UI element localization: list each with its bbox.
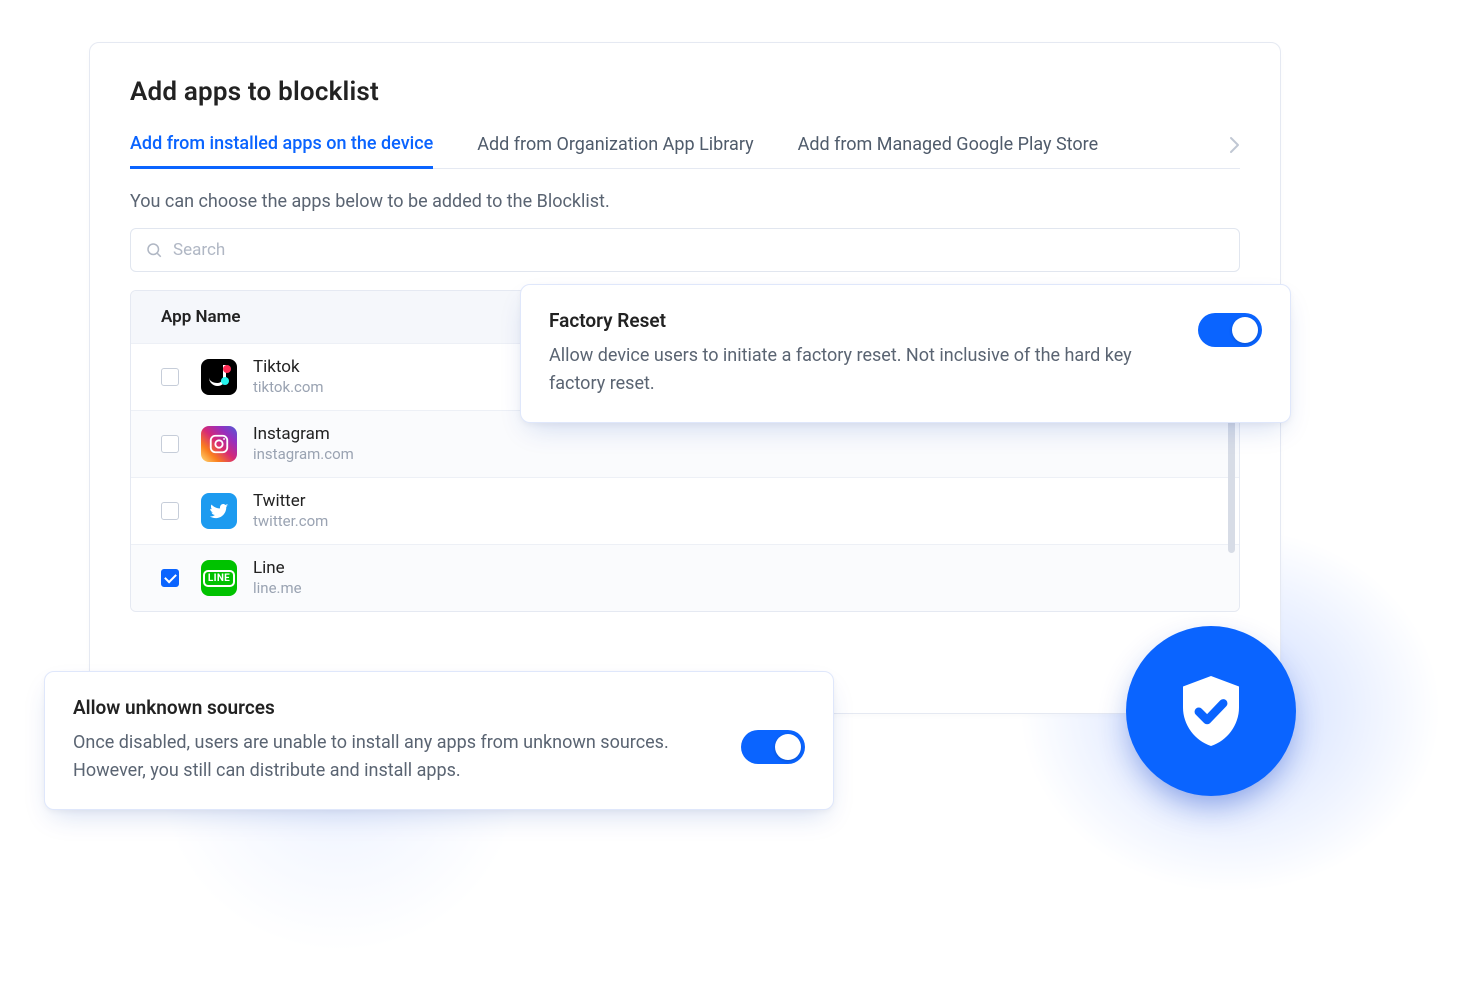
unknown-sources-title: Allow unknown sources [73, 696, 715, 719]
factory-reset-description: Allow device users to initiate a factory… [549, 342, 1172, 398]
app-text: Instagram instagram.com [253, 424, 354, 464]
unknown-sources-card: Allow unknown sources Once disabled, use… [44, 671, 834, 810]
search-icon [145, 241, 163, 259]
line-glyph: LINE [203, 570, 235, 587]
dialog-description: You can choose the apps below to be adde… [130, 191, 1240, 212]
app-name: Line [253, 558, 302, 579]
row-checkbox[interactable] [161, 368, 179, 386]
table-row[interactable]: Twitter twitter.com [131, 477, 1239, 544]
tab-installed-apps[interactable]: Add from installed apps on the device [130, 133, 433, 169]
app-domain: line.me [253, 579, 302, 598]
security-badge [1126, 626, 1296, 796]
search-field[interactable] [130, 228, 1240, 272]
row-checkbox[interactable] [161, 569, 179, 587]
unknown-sources-toggle[interactable] [741, 730, 805, 764]
app-name: Tiktok [253, 357, 324, 378]
tiktok-icon [201, 359, 237, 395]
unknown-sources-description: Once disabled, users are unable to insta… [73, 729, 715, 785]
tab-org-library[interactable]: Add from Organization App Library [477, 134, 753, 167]
search-input[interactable] [173, 229, 1225, 271]
row-checkbox[interactable] [161, 435, 179, 453]
tabs: Add from installed apps on the device Ad… [130, 133, 1240, 169]
app-text: Line line.me [253, 558, 302, 598]
app-name: Twitter [253, 491, 328, 512]
line-icon: LINE [201, 560, 237, 596]
dialog-title: Add apps to blocklist [130, 77, 1240, 107]
shield-check-icon [1169, 669, 1253, 753]
factory-reset-toggle[interactable] [1198, 313, 1262, 347]
factory-reset-title: Factory Reset [549, 309, 1172, 332]
tabs-scroll-right[interactable] [1228, 135, 1240, 159]
row-checkbox[interactable] [161, 502, 179, 520]
factory-reset-card: Factory Reset Allow device users to init… [520, 284, 1291, 423]
app-domain: instagram.com [253, 445, 354, 464]
app-text: Twitter twitter.com [253, 491, 328, 531]
app-name: Instagram [253, 424, 354, 445]
twitter-icon [201, 493, 237, 529]
app-domain: tiktok.com [253, 378, 324, 397]
app-domain: twitter.com [253, 512, 328, 531]
chevron-right-icon [1228, 136, 1240, 154]
table-row[interactable]: LINE Line line.me [131, 544, 1239, 611]
app-text: Tiktok tiktok.com [253, 357, 324, 397]
instagram-icon [201, 426, 237, 462]
tab-play-store[interactable]: Add from Managed Google Play Store [798, 134, 1099, 167]
